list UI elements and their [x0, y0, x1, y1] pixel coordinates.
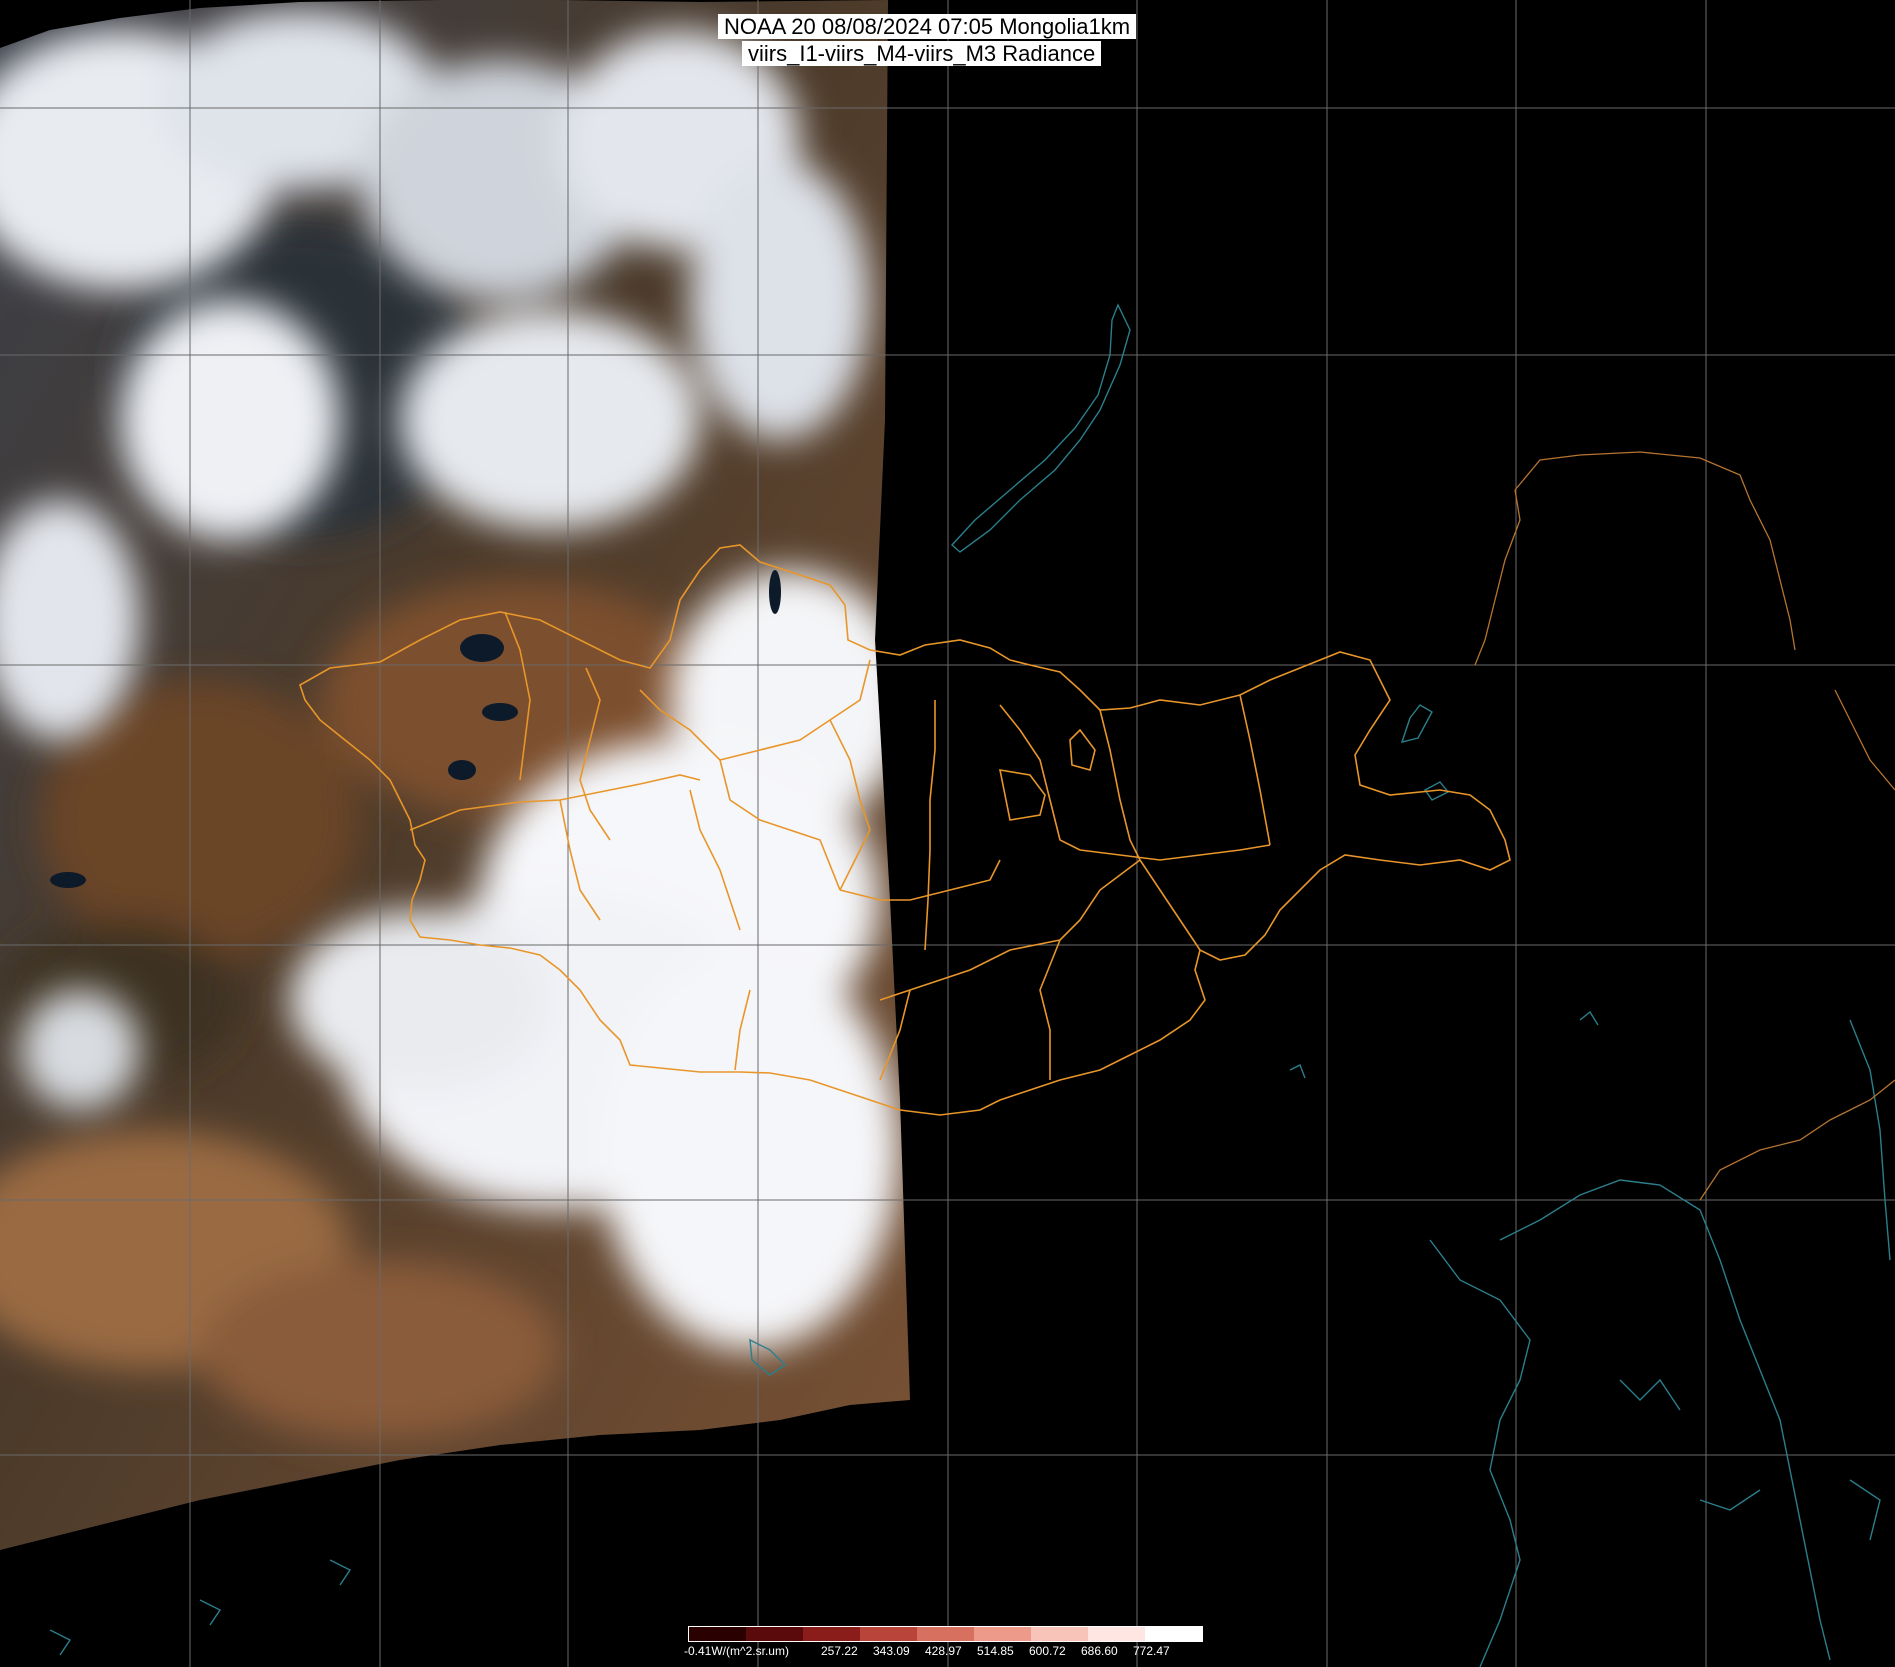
satellite-map: [0, 0, 1895, 1667]
radiance-colorbar: -0.41W/(m^2.sr.um) 257.22 343.09 428.97 …: [684, 1626, 1203, 1664]
colorbar-cell: [1088, 1627, 1145, 1641]
east-coastline: [1849, 1019, 1891, 1261]
colorbar-labels: -0.41W/(m^2.sr.um) 257.22 343.09 428.97 …: [684, 1644, 1244, 1660]
colorbar-cell: [860, 1627, 917, 1641]
map-title-line-1: NOAA 20 08/08/2024 07:05 Mongolia1km: [718, 14, 1137, 39]
map-title-line-2: viirs_I1-viirs_M4-viirs_M3 Radiance: [742, 41, 1102, 66]
colorbar-label: 514.85: [977, 1644, 1014, 1658]
colorbar-label: 772.47: [1133, 1644, 1170, 1658]
colorbar-label: 343.09: [873, 1644, 910, 1658]
bohai-coastline: [1429, 1239, 1531, 1667]
satellite-swath: [0, 0, 910, 1550]
korea-coastline: [1499, 1179, 1831, 1661]
colorbar-cell: [1031, 1627, 1088, 1641]
colorbar-cell: [746, 1627, 803, 1641]
colorbar-cell: [803, 1627, 860, 1641]
colorbar-cell: [1145, 1627, 1202, 1641]
colorbar-label: -0.41W/(m^2.sr.um): [684, 1644, 789, 1658]
colorbar-label: 428.97: [925, 1644, 962, 1658]
lake-outline: [1400, 704, 1433, 743]
russia-china-border: [1514, 451, 1796, 651]
colorbar-cell: [689, 1627, 746, 1641]
colorbar-gradient: [688, 1626, 1203, 1642]
country-borders: [1474, 451, 1895, 1201]
colorbar-label: 600.72: [1029, 1644, 1066, 1658]
map-viewer: NOAA 20 08/08/2024 07:05 Mongolia1km vii…: [0, 0, 1895, 1667]
lake-baikal-outline: [950, 303, 1131, 553]
colorbar-cell: [917, 1627, 974, 1641]
colorbar-cell: [974, 1627, 1031, 1641]
colorbar-label: 257.22: [821, 1644, 858, 1658]
colorbar-label: 686.60: [1081, 1644, 1118, 1658]
